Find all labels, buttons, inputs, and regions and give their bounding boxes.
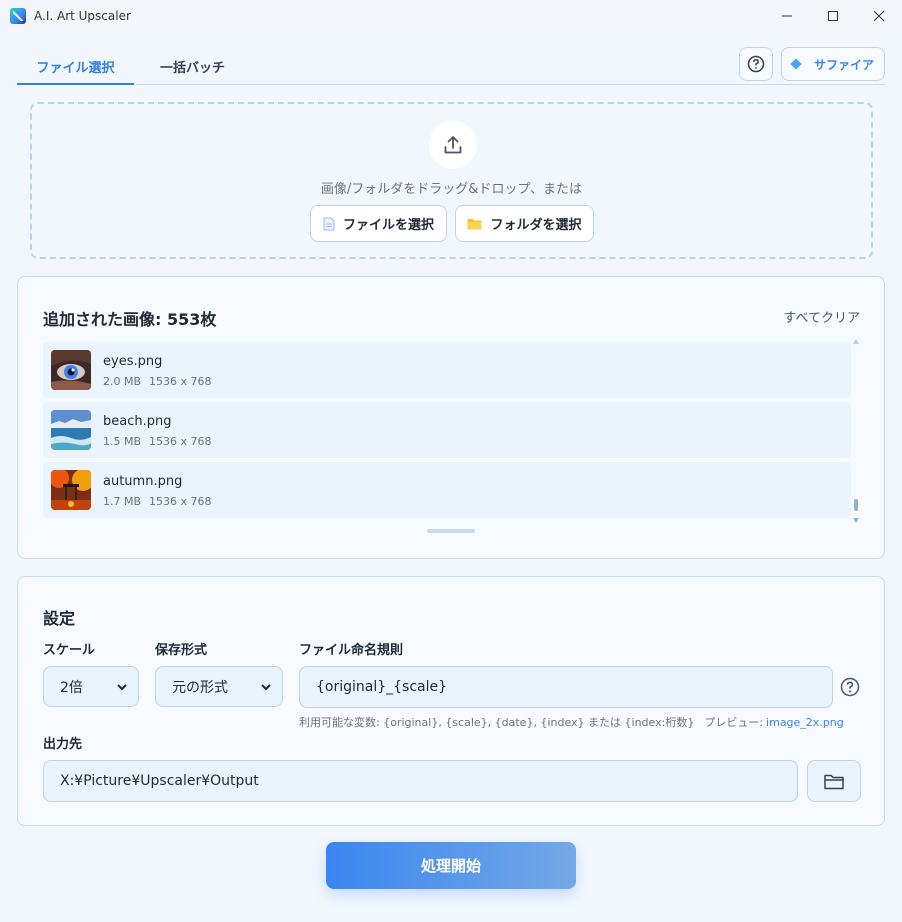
tab-file-select[interactable]: ファイル選択 [17,47,134,85]
thumbnail-beach [51,410,91,450]
preview-label: プレビュー: [704,716,764,729]
tab-batch[interactable]: 一括バッチ [134,47,251,85]
tab-divider [17,84,885,85]
folder-icon [467,219,482,230]
drop-instructions: 画像/フォルダをドラッグ&ドロップ、または [320,182,583,197]
file-meta: 2.0 MB 1536 x 768 [103,375,212,388]
scroll-up-arrow-icon[interactable] [853,339,859,344]
output-path-input[interactable]: X:¥Picture¥Upscaler¥Output [43,760,798,802]
file-icon [323,217,335,230]
theme-button[interactable]: サファイア [781,47,885,81]
image-list-panel: 追加された画像: 553枚 すべてクリア eyes.png 2.0 MB 1536… [17,276,885,559]
thumbnail-autumn [51,470,91,510]
window-controls [764,0,902,32]
upload-icon [444,136,462,154]
naming-label: ファイル命名規則 [299,643,404,658]
scale-label: スケール [43,643,96,658]
list-scrollbar[interactable] [851,339,861,523]
file-dimensions: 1536 x 768 [149,375,212,388]
diamond-icon [790,58,802,70]
upload-icon-container [429,121,477,169]
minimize-icon [782,15,792,17]
window-title: A.I. Art Upscaler [34,9,131,23]
select-file-label: ファイルを選択 [342,218,434,233]
folder-open-icon [824,774,844,789]
file-name: beach.png [103,414,172,429]
settings-panel: 設定 スケール 保存形式 ファイル命名規則 2倍 元の形式 {original}… [17,576,885,826]
title-bar: A.I. Art Upscaler [0,0,902,32]
select-folder-button[interactable]: フォルダを選択 [455,205,594,242]
file-meta: 1.7 MB 1536 x 768 [103,495,212,508]
list-item[interactable]: eyes.png 2.0 MB 1536 x 768 [43,342,851,398]
resize-handle[interactable] [427,529,475,533]
drop-zone[interactable]: 画像/フォルダをドラッグ&ドロップ、または ファイルを選択 フォルダを選択 [30,102,873,259]
close-button[interactable] [856,0,902,32]
scrollbar-thumb[interactable] [854,499,858,511]
naming-input[interactable]: {original}_{scale} [299,666,833,708]
chevron-down-icon [117,684,127,691]
theme-button-label: サファイア [813,57,874,72]
format-value: 元の形式 [172,679,228,696]
browse-folder-button[interactable] [807,760,861,802]
image-list[interactable]: eyes.png 2.0 MB 1536 x 768 beach.png 1.5 … [43,339,861,519]
maximize-icon [828,11,838,21]
chevron-down-icon [261,684,271,691]
file-meta: 1.5 MB 1536 x 768 [103,435,212,448]
file-dimensions: 1536 x 768 [149,495,212,508]
file-name: eyes.png [103,354,163,369]
scale-value: 2倍 [60,679,83,696]
list-item[interactable]: beach.png 1.5 MB 1536 x 768 [43,402,851,458]
format-select[interactable]: 元の形式 [155,666,283,707]
file-size: 1.7 MB [103,495,142,508]
file-name: autumn.png [103,474,183,489]
maximize-button[interactable] [810,0,856,32]
list-item[interactable]: autumn.png 1.7 MB 1536 x 768 [43,462,851,518]
close-icon [874,11,884,21]
preview-value: image_2x.png [766,716,844,729]
help-button[interactable] [739,47,773,81]
minimize-button[interactable] [764,0,810,32]
naming-help-icon[interactable] [840,677,860,697]
active-tab-indicator [17,83,134,85]
format-label: 保存形式 [155,643,208,658]
file-size: 1.5 MB [103,435,142,448]
naming-hint: 利用可能な変数: {original}, {scale}, {date}, {i… [299,714,844,730]
scroll-down-arrow-icon[interactable] [853,518,859,523]
scale-select[interactable]: 2倍 [43,666,139,707]
clear-all-button[interactable]: すべてクリア [783,307,860,326]
naming-value: {original}_{scale} [316,679,448,695]
select-file-button[interactable]: ファイルを選択 [310,205,447,242]
start-processing-button[interactable]: 処理開始 [326,842,576,889]
file-size: 2.0 MB [103,375,142,388]
settings-title: 設定 [43,609,76,628]
thumbnail-eyes [51,350,91,390]
output-label: 出力先 [43,737,83,752]
select-folder-label: フォルダを選択 [490,218,582,233]
app-icon [10,8,26,24]
question-circle-icon [747,55,765,73]
image-count-title: 追加された画像: 553枚 [43,310,217,329]
output-path-value: X:¥Picture¥Upscaler¥Output [60,773,259,789]
naming-hint-text: 利用可能な変数: {original}, {scale}, {date}, {i… [299,716,695,729]
file-dimensions: 1536 x 768 [149,435,212,448]
